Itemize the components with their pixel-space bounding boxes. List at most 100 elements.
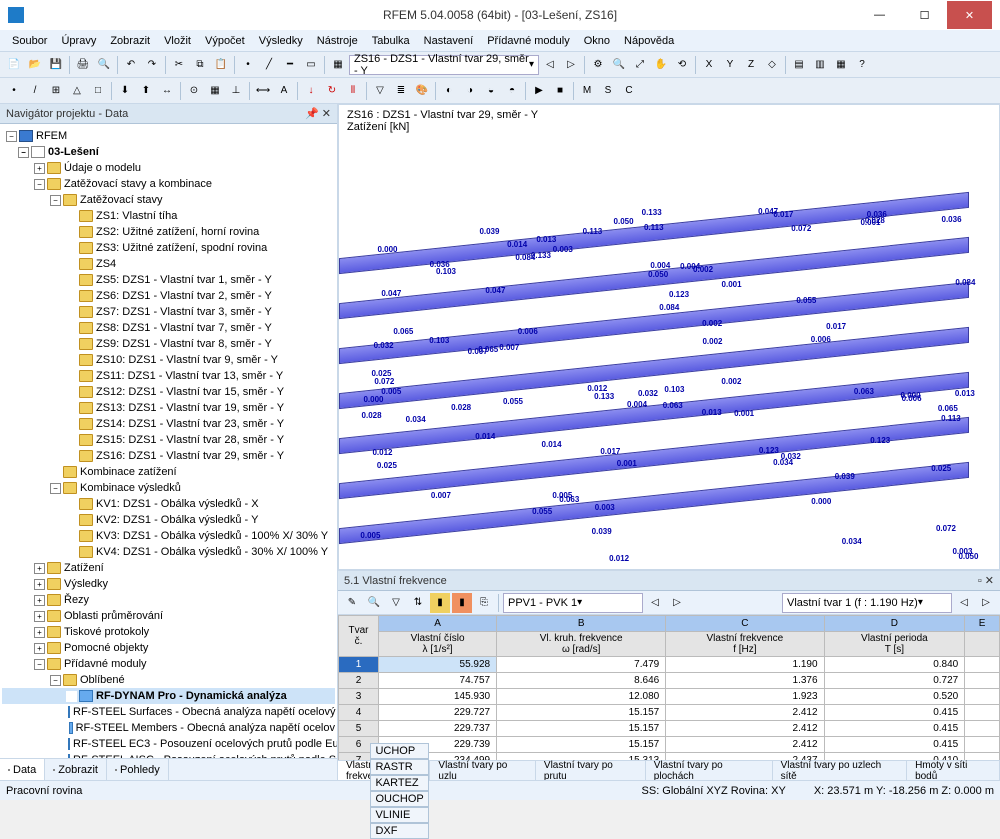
results-combo-2[interactable]: Vlastní tvar 1 (f : 1.190 Hz) ▾ <box>782 593 952 613</box>
tree-item[interactable]: +Pomocné objekty <box>2 640 335 656</box>
load-line-icon[interactable]: ⫴ <box>343 81 363 101</box>
render-1-icon[interactable]: ▤ <box>789 55 809 75</box>
result-tab[interactable]: Vlastní tvary po uzlu <box>430 761 536 780</box>
menu-nastavení[interactable]: Nastavení <box>418 33 480 49</box>
tree-item[interactable]: RF-DYNAM Pro - Dynamická analýza <box>2 688 335 704</box>
results-next-1-icon[interactable]: ▷ <box>667 593 687 613</box>
pan-icon[interactable]: ✋ <box>651 55 671 75</box>
tool-4-icon[interactable]: △ <box>67 81 87 101</box>
tree-item[interactable]: +Výsledky <box>2 576 335 592</box>
results-edit-icon[interactable]: ✎ <box>342 593 362 613</box>
menu-zobrazit[interactable]: Zobrazit <box>104 33 156 49</box>
node-icon[interactable]: • <box>238 55 258 75</box>
module-1-icon[interactable]: M <box>577 81 597 101</box>
open-icon[interactable]: 📂 <box>25 55 45 75</box>
results-find-icon[interactable]: 🔍 <box>364 593 384 613</box>
tree-item[interactable]: −03-Lešení <box>2 144 335 160</box>
tool-8-icon[interactable]: ↔ <box>157 81 177 101</box>
view-iso-icon[interactable]: ◇ <box>762 55 782 75</box>
new-icon[interactable]: 📄 <box>4 55 24 75</box>
status-toggle-rastr[interactable]: RASTR <box>370 759 428 775</box>
animate-icon[interactable]: ▶ <box>529 81 549 101</box>
status-toggle-vlinie[interactable]: VLINIE <box>370 807 428 823</box>
preview-icon[interactable]: 🔍 <box>94 55 114 75</box>
menu-výsledky[interactable]: Výsledky <box>253 33 309 49</box>
tree-item[interactable]: ZS2: Užitné zatížení, horní rovina <box>2 224 335 240</box>
status-toggle-dxf[interactable]: DXF <box>370 823 428 839</box>
help-icon[interactable]: ? <box>852 55 872 75</box>
table-row[interactable]: 4229.72715.1572.4120.415 <box>339 705 1000 721</box>
nav-tab-data[interactable]: Data <box>0 759 45 780</box>
tree-item[interactable]: ZS5: DZS1 - Vlastní tvar 1, směr - Y <box>2 272 335 288</box>
table-row[interactable]: 6229.73915.1572.4120.415 <box>339 737 1000 753</box>
tree-item[interactable]: −Kombinace výsledků <box>2 480 335 496</box>
copy-icon[interactable]: ⧉ <box>190 55 210 75</box>
results-color-1-icon[interactable]: ▮ <box>430 593 450 613</box>
tree-item[interactable]: ZS12: DZS1 - Vlastní tvar 15, směr - Y <box>2 384 335 400</box>
menu-úpravy[interactable]: Úpravy <box>55 33 102 49</box>
next-icon[interactable]: ▷ <box>561 55 581 75</box>
tree-item[interactable]: +Řezy <box>2 592 335 608</box>
zoom-all-icon[interactable]: ⤢ <box>630 55 650 75</box>
minimize-button[interactable]: — <box>857 1 902 29</box>
tree-item[interactable]: ZS13: DZS1 - Vlastní tvar 19, směr - Y <box>2 400 335 416</box>
tree-item[interactable]: KV3: DZS1 - Obálka výsledků - 100% X/ 30… <box>2 528 335 544</box>
tree-item[interactable]: ZS14: DZS1 - Vlastní tvar 23, směr - Y <box>2 416 335 432</box>
line-icon[interactable]: ╱ <box>259 55 279 75</box>
results-sort-icon[interactable]: ⇅ <box>408 593 428 613</box>
menu-přídavné moduly[interactable]: Přídavné moduly <box>481 33 576 49</box>
tree-item[interactable]: ZS10: DZS1 - Vlastní tvar 9, směr - Y <box>2 352 335 368</box>
status-toggle-ouchop[interactable]: OUCHOP <box>370 791 428 807</box>
render-3-icon[interactable]: ▦ <box>831 55 851 75</box>
dim-icon[interactable]: ⟷ <box>253 81 273 101</box>
table-row[interactable]: 3145.93012.0801.9230.520 <box>339 689 1000 705</box>
module-2-icon[interactable]: S <box>598 81 618 101</box>
tool-3-icon[interactable]: ⊞ <box>46 81 66 101</box>
tree-item[interactable]: −Přídavné moduly <box>2 656 335 672</box>
load-force-icon[interactable]: ↓ <box>301 81 321 101</box>
tree-item[interactable]: −Zatěžovací stavy a kombinace <box>2 176 335 192</box>
tree-item[interactable]: +Oblasti průměrování <box>2 608 335 624</box>
tool-7-icon[interactable]: ⬆ <box>136 81 156 101</box>
filter-icon[interactable]: ▽ <box>370 81 390 101</box>
menu-soubor[interactable]: Soubor <box>6 33 53 49</box>
tree-item[interactable]: +Tiskové protokoly <box>2 624 335 640</box>
nav-tab-pohledy[interactable]: Pohledy <box>107 759 169 780</box>
results-combo-1[interactable]: PPV1 - PVK 1 ▾ <box>503 593 643 613</box>
menu-výpočet[interactable]: Výpočet <box>199 33 251 49</box>
view-z-icon[interactable]: Z <box>741 55 761 75</box>
tool-grid-icon[interactable]: ▦ <box>205 81 225 101</box>
view-x-icon[interactable]: X <box>699 55 719 75</box>
tool-5-icon[interactable]: □ <box>88 81 108 101</box>
result-tab[interactable]: Vlastní tvary po plochách <box>646 761 773 780</box>
result-4-icon[interactable]: ◓ <box>502 81 522 101</box>
menu-nápověda[interactable]: Nápověda <box>618 33 680 49</box>
cut-icon[interactable]: ✂ <box>169 55 189 75</box>
status-toggle-uchop[interactable]: UCHOP <box>370 743 428 759</box>
redo-icon[interactable]: ↷ <box>142 55 162 75</box>
color-icon[interactable]: 🎨 <box>412 81 432 101</box>
prev-icon[interactable]: ◁ <box>540 55 560 75</box>
view-y-icon[interactable]: Y <box>720 55 740 75</box>
navigator-tree[interactable]: −RFEM−03-Lešení+Údaje o modelu−Zatěžovac… <box>0 124 337 758</box>
table-row[interactable]: 155.9287.4791.1900.840 <box>339 657 1000 673</box>
tree-item[interactable]: RF-STEEL Surfaces - Obecná analýza napět… <box>2 704 335 720</box>
results-prev-2-icon[interactable]: ◁ <box>954 593 974 613</box>
load-moment-icon[interactable]: ↻ <box>322 81 342 101</box>
result-3-icon[interactable]: ◒ <box>481 81 501 101</box>
render-2-icon[interactable]: ▥ <box>810 55 830 75</box>
status-toggle-kartez[interactable]: KARTEZ <box>370 775 428 791</box>
model-viewport[interactable]: ZS16 : DZS1 - Vlastní tvar 29, směr - Y … <box>338 104 1000 570</box>
tool-ortho-icon[interactable]: ⊥ <box>226 81 246 101</box>
tree-item[interactable]: ZS11: DZS1 - Vlastní tvar 13, směr - Y <box>2 368 335 384</box>
menu-nástroje[interactable]: Nástroje <box>311 33 364 49</box>
tree-item[interactable]: ZS8: DZS1 - Vlastní tvar 7, směr - Y <box>2 320 335 336</box>
result-tab[interactable]: Vlastní tvary po prutu <box>536 761 646 780</box>
result-1-icon[interactable]: ◐ <box>439 81 459 101</box>
tree-item[interactable]: ZS1: Vlastní tíha <box>2 208 335 224</box>
loadcase-dropdown[interactable]: ZS16 - DZS1 - Vlastní tvar 29, směr - Y … <box>349 55 539 75</box>
result-2-icon[interactable]: ◑ <box>460 81 480 101</box>
tree-item[interactable]: +Údaje o modelu <box>2 160 335 176</box>
table-row[interactable]: 274.7578.6461.3760.727 <box>339 673 1000 689</box>
member-icon[interactable]: ━ <box>280 55 300 75</box>
